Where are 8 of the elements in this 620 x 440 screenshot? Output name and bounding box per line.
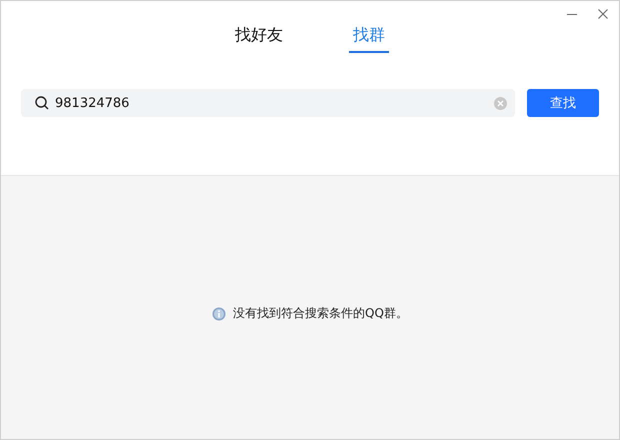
tab[interactable]: 找群: [349, 25, 389, 53]
no-results-message: 没有找到符合搜索条件的QQ群。: [233, 305, 408, 322]
info-icon: [212, 306, 226, 320]
close-icon[interactable]: [598, 9, 608, 19]
search-field[interactable]: 981324786: [21, 89, 515, 117]
tab[interactable]: 找好友: [231, 25, 287, 53]
search-button[interactable]: 查找: [527, 89, 599, 117]
search-icon: [35, 96, 49, 110]
